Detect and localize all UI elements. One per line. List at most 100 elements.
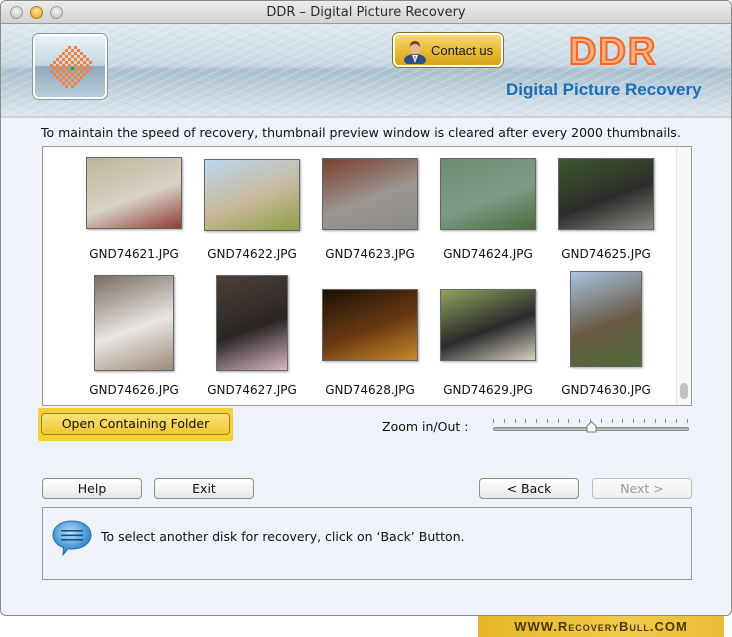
logo-pixel bbox=[68, 82, 71, 85]
thumbnail-image[interactable] bbox=[570, 271, 642, 367]
window-title: DDR – Digital Picture Recovery bbox=[266, 5, 466, 20]
help-button[interactable]: Help bbox=[42, 478, 142, 499]
logo-pixel bbox=[50, 64, 53, 67]
open-containing-folder-button[interactable]: Open Containing Folder bbox=[41, 413, 230, 435]
thumbnail-filename: GND74623.JPG bbox=[325, 247, 415, 261]
thumbnail-image[interactable] bbox=[204, 159, 300, 231]
logo-pixel bbox=[74, 64, 77, 67]
logo-pixel bbox=[68, 64, 71, 67]
slider-tick bbox=[568, 419, 569, 423]
logo-pixel bbox=[59, 67, 62, 70]
thumbnail-filename: GND74624.JPG bbox=[443, 247, 533, 261]
thumbnail-filename: GND74626.JPG bbox=[89, 383, 179, 397]
brand-subtitle: Digital Picture Recovery bbox=[506, 80, 702, 99]
logo-pixel bbox=[80, 64, 83, 67]
thumbnail-image[interactable] bbox=[86, 157, 182, 229]
person-icon bbox=[404, 41, 426, 64]
scrollbar-thumb[interactable] bbox=[680, 383, 688, 399]
back-button[interactable]: < Back bbox=[479, 478, 579, 499]
status-message: To select another disk for recovery, cli… bbox=[101, 529, 465, 544]
logo-pixel bbox=[53, 67, 56, 70]
app-header: Contact us DDR Digital Picture Recovery bbox=[1, 24, 731, 118]
logo-pixel bbox=[71, 55, 74, 58]
thumbnail-filename: GND74629.JPG bbox=[443, 383, 533, 397]
logo-pixel bbox=[56, 70, 59, 73]
thumbnail-filename: GND74627.JPG bbox=[207, 383, 297, 397]
checker-diamond-logo-icon bbox=[50, 46, 92, 88]
logo-pixel bbox=[74, 46, 77, 49]
zoom-slider-knob[interactable] bbox=[586, 421, 597, 433]
logo-pixel bbox=[53, 61, 56, 64]
logo-pixel bbox=[83, 67, 86, 70]
thumbnail-image[interactable] bbox=[440, 158, 536, 230]
logo-pixel bbox=[86, 70, 89, 73]
logo-pixel bbox=[62, 52, 65, 55]
slider-tick bbox=[493, 419, 494, 423]
status-message-panel: To select another disk for recovery, cli… bbox=[42, 507, 692, 580]
logo-pixel bbox=[62, 76, 65, 79]
logo-pixel bbox=[68, 52, 71, 55]
logo-pixel bbox=[68, 46, 71, 49]
thumbnail-filename: GND74622.JPG bbox=[207, 247, 297, 261]
thumbnail-scrollbar[interactable] bbox=[676, 147, 691, 405]
logo-pixel bbox=[80, 76, 83, 79]
thumbnail-preview-panel: GND74621.JPG GND74622.JPG GND74623.JPG GND7… bbox=[42, 146, 692, 406]
slider-tick bbox=[655, 419, 656, 423]
logo-pixel bbox=[68, 58, 71, 61]
slider-tick bbox=[644, 419, 645, 423]
slider-tick bbox=[525, 419, 526, 423]
thumbnail-image[interactable] bbox=[558, 158, 654, 230]
thumbnail-image[interactable] bbox=[322, 289, 418, 361]
logo-pixel bbox=[65, 67, 68, 70]
slider-tick bbox=[504, 419, 505, 423]
contact-us-label: Contact us bbox=[431, 43, 494, 58]
logo-pixel bbox=[65, 85, 68, 88]
contact-us-button[interactable]: Contact us bbox=[393, 33, 503, 67]
logo-pixel bbox=[56, 58, 59, 61]
logo-pixel bbox=[71, 49, 74, 52]
slider-tick bbox=[558, 419, 559, 423]
logo-pixel bbox=[74, 76, 77, 79]
logo-pixel bbox=[77, 61, 80, 64]
slider-tick bbox=[612, 419, 613, 423]
logo-pixel bbox=[80, 70, 83, 73]
brand-logo-text: DDR bbox=[568, 30, 658, 74]
logo-pixel bbox=[59, 61, 62, 64]
thumbnail-image[interactable] bbox=[322, 158, 418, 230]
logo-pixel bbox=[71, 73, 74, 76]
slider-tick bbox=[687, 419, 688, 423]
logo-pixel bbox=[62, 70, 65, 73]
zoom-slider[interactable] bbox=[491, 419, 691, 437]
exit-button[interactable]: Exit bbox=[154, 478, 254, 499]
logo-pixel bbox=[83, 61, 86, 64]
logo-pixel bbox=[71, 79, 74, 82]
next-button[interactable]: Next > bbox=[592, 478, 692, 499]
logo-pixel bbox=[89, 67, 92, 70]
watermark-banner: WWW.RecoveryBull.COM bbox=[478, 616, 724, 637]
logo-pixel bbox=[74, 52, 77, 55]
open-folder-highlight: Open Containing Folder bbox=[38, 408, 233, 441]
logo-pixel bbox=[86, 58, 89, 61]
logo-pixel bbox=[65, 73, 68, 76]
thumbnail-image[interactable] bbox=[216, 275, 288, 371]
logo-pixel bbox=[56, 76, 59, 79]
logo-pixel bbox=[62, 64, 65, 67]
thumbnail-grid: GND74621.JPG GND74622.JPG GND74623.JPG GND7… bbox=[43, 147, 676, 405]
logo-pixel bbox=[74, 82, 77, 85]
slider-tick bbox=[547, 419, 548, 423]
thumbnail-image[interactable] bbox=[440, 289, 536, 361]
thumbnail-filename: GND74630.JPG bbox=[561, 383, 651, 397]
logo-pixel bbox=[62, 82, 65, 85]
logo-pixel bbox=[65, 55, 68, 58]
logo-pixel bbox=[59, 55, 62, 58]
logo-pixel bbox=[65, 79, 68, 82]
logo-pixel bbox=[53, 73, 56, 76]
logo-pixel bbox=[65, 61, 68, 64]
logo-pixel bbox=[65, 49, 68, 52]
thumbnail-image[interactable] bbox=[94, 275, 174, 371]
slider-tick bbox=[579, 419, 580, 423]
info-text: To maintain the speed of recovery, thumb… bbox=[41, 125, 681, 140]
logo-pixel bbox=[59, 73, 62, 76]
logo-pixel bbox=[86, 64, 89, 67]
logo-pixel bbox=[68, 70, 71, 73]
